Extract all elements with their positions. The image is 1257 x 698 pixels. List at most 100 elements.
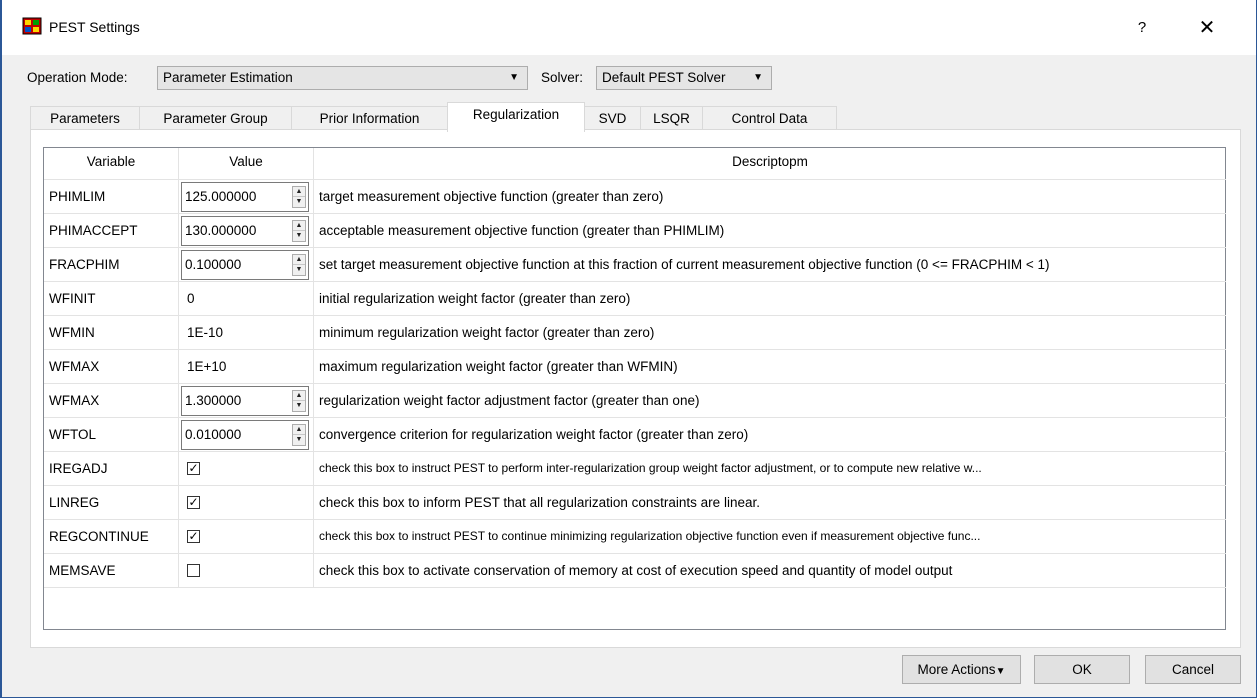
description-cell: check this box to inform PEST that all r… <box>319 495 760 510</box>
description-cell: check this box to instruct PEST to conti… <box>319 529 981 543</box>
description-cell: check this box to activate conservation … <box>319 563 953 578</box>
regcontinue-checkbox[interactable]: ✓ <box>187 530 200 543</box>
spinbox-value: 0.100000 <box>185 257 242 272</box>
spinbox-buttons: ▲ ▼ <box>292 186 306 208</box>
spinbox-buttons: ▲ ▼ <box>292 220 306 242</box>
operation-mode-select[interactable]: Parameter Estimation ▼ <box>157 66 528 90</box>
description-cell: set target measurement objective functio… <box>319 257 1050 272</box>
table-row: FRACPHIM 0.100000 ▲ ▼ set target measure… <box>44 248 1226 282</box>
chevron-down-icon: ▼ <box>509 72 519 83</box>
table-row: WFINIT 0 initial regularization weight f… <box>44 282 1226 316</box>
header-variable: Variable <box>44 148 179 180</box>
help-button[interactable]: ? <box>1128 14 1156 42</box>
variable-cell: WFMAX <box>44 384 179 418</box>
pest-app-icon <box>22 17 42 35</box>
spin-down-icon[interactable]: ▼ <box>293 435 305 445</box>
memsave-checkbox[interactable] <box>187 564 200 577</box>
spin-up-icon[interactable]: ▲ <box>293 255 305 265</box>
table-row: WFMIN 1E-10 minimum regularization weigh… <box>44 316 1226 350</box>
chevron-down-icon: ▼ <box>753 72 763 83</box>
dropdown-arrow-icon: ▼ <box>995 666 1006 677</box>
spin-up-icon[interactable]: ▲ <box>293 425 305 435</box>
variable-cell: WFINIT <box>44 282 179 316</box>
operation-mode-value: Parameter Estimation <box>163 70 293 85</box>
variable-cell: FRACPHIM <box>44 248 179 282</box>
variable-cell: MEMSAVE <box>44 554 179 588</box>
operation-mode-label: Operation Mode: <box>27 70 128 85</box>
value-cell[interactable]: 1E-10 <box>179 316 314 350</box>
spin-up-icon[interactable]: ▲ <box>293 391 305 401</box>
variable-cell: LINREG <box>44 486 179 520</box>
table-row: LINREG ✓ check this box to inform PEST t… <box>44 486 1226 520</box>
value-spinbox[interactable]: 0.010000 ▲ ▼ <box>181 420 309 450</box>
value-cell: 125.000000 ▲ ▼ <box>179 180 314 214</box>
value-cell: 1.300000 ▲ ▼ <box>179 384 314 418</box>
ok-button[interactable]: OK <box>1034 655 1130 684</box>
iregadj-checkbox[interactable]: ✓ <box>187 462 200 475</box>
tab-svd[interactable]: SVD <box>584 106 641 131</box>
spinbox-buttons: ▲ ▼ <box>292 390 306 412</box>
description-cell: initial regularization weight factor (gr… <box>319 291 631 306</box>
variable-cell: PHIMACCEPT <box>44 214 179 248</box>
spin-up-icon[interactable]: ▲ <box>293 221 305 231</box>
table-row: WFTOL 0.010000 ▲ ▼ convergence criterion… <box>44 418 1226 452</box>
description-cell: maximum regularization weight factor (gr… <box>319 359 678 374</box>
spinbox-value: 0.010000 <box>185 427 242 442</box>
solver-value: Default PEST Solver <box>602 70 726 85</box>
description-cell: check this box to instruct PEST to perfo… <box>319 461 982 475</box>
variable-cell: WFMIN <box>44 316 179 350</box>
spin-down-icon[interactable]: ▼ <box>293 401 305 411</box>
close-button[interactable]: ✕ <box>1187 14 1227 42</box>
spin-up-icon[interactable]: ▲ <box>293 187 305 197</box>
value-cell: 0.100000 ▲ ▼ <box>179 248 314 282</box>
tab-parameters[interactable]: Parameters <box>30 106 140 131</box>
tab-control-data[interactable]: Control Data <box>702 106 837 131</box>
value-spinbox[interactable]: 0.100000 ▲ ▼ <box>181 250 309 280</box>
variable-cell: REGCONTINUE <box>44 520 179 554</box>
cancel-button[interactable]: Cancel <box>1145 655 1241 684</box>
value-spinbox[interactable]: 1.300000 ▲ ▼ <box>181 386 309 416</box>
spin-down-icon[interactable]: ▼ <box>293 265 305 275</box>
value-spinbox[interactable]: 125.000000 ▲ ▼ <box>181 182 309 212</box>
tab-regularization[interactable]: Regularization <box>447 102 585 132</box>
table-row: WFMAX 1.300000 ▲ ▼ regularization weight… <box>44 384 1226 418</box>
spinbox-buttons: ▲ ▼ <box>292 254 306 276</box>
value-spinbox[interactable]: 130.000000 ▲ ▼ <box>181 216 309 246</box>
window-title: PEST Settings <box>49 19 140 35</box>
spinbox-value: 125.000000 <box>185 189 257 204</box>
value-cell: ✓ <box>179 486 314 520</box>
value-cell[interactable]: 1E+10 <box>179 350 314 384</box>
table-row: PHIMLIM 125.000000 ▲ ▼ target measuremen… <box>44 180 1226 214</box>
table-row: REGCONTINUE ✓ check this box to instruct… <box>44 520 1226 554</box>
tab-prior-information[interactable]: Prior Information <box>291 106 448 131</box>
spinbox-value: 1.300000 <box>185 393 242 408</box>
value-cell: ✓ <box>179 520 314 554</box>
value-cell: ✓ <box>179 452 314 486</box>
tab-lsqr[interactable]: LSQR <box>640 106 703 131</box>
table-row: MEMSAVE check this box to activate conse… <box>44 554 1226 588</box>
description-cell: convergence criterion for regularization… <box>319 427 749 442</box>
solver-label: Solver: <box>541 70 584 85</box>
tab-parameter-group[interactable]: Parameter Group <box>139 106 292 131</box>
header-value: Value <box>179 148 314 180</box>
table-row: WFMAX 1E+10 maximum regularization weigh… <box>44 350 1226 384</box>
header-description: Descriptopm <box>314 148 1226 180</box>
value-cell <box>179 554 314 588</box>
spin-down-icon[interactable]: ▼ <box>293 197 305 207</box>
linreg-checkbox[interactable]: ✓ <box>187 496 200 509</box>
variable-cell: PHIMLIM <box>44 180 179 214</box>
more-actions-label: More Actions <box>917 662 996 677</box>
variable-cell: WFMAX <box>44 350 179 384</box>
solver-select[interactable]: Default PEST Solver ▼ <box>596 66 772 90</box>
variable-cell: WFTOL <box>44 418 179 452</box>
value-cell: 130.000000 ▲ ▼ <box>179 214 314 248</box>
description-cell: minimum regularization weight factor (gr… <box>319 325 655 340</box>
value-cell[interactable]: 0 <box>179 282 314 316</box>
description-cell: target measurement objective function (g… <box>319 189 664 204</box>
value-cell: 0.010000 ▲ ▼ <box>179 418 314 452</box>
spin-down-icon[interactable]: ▼ <box>293 231 305 241</box>
table-row: PHIMACCEPT 130.000000 ▲ ▼ acceptable mea… <box>44 214 1226 248</box>
more-actions-button[interactable]: More Actions▼ <box>902 655 1021 684</box>
description-cell: acceptable measurement objective functio… <box>319 223 725 238</box>
regularization-table: Variable Value Descriptopm PHIMLIM 125.0… <box>43 147 1226 630</box>
